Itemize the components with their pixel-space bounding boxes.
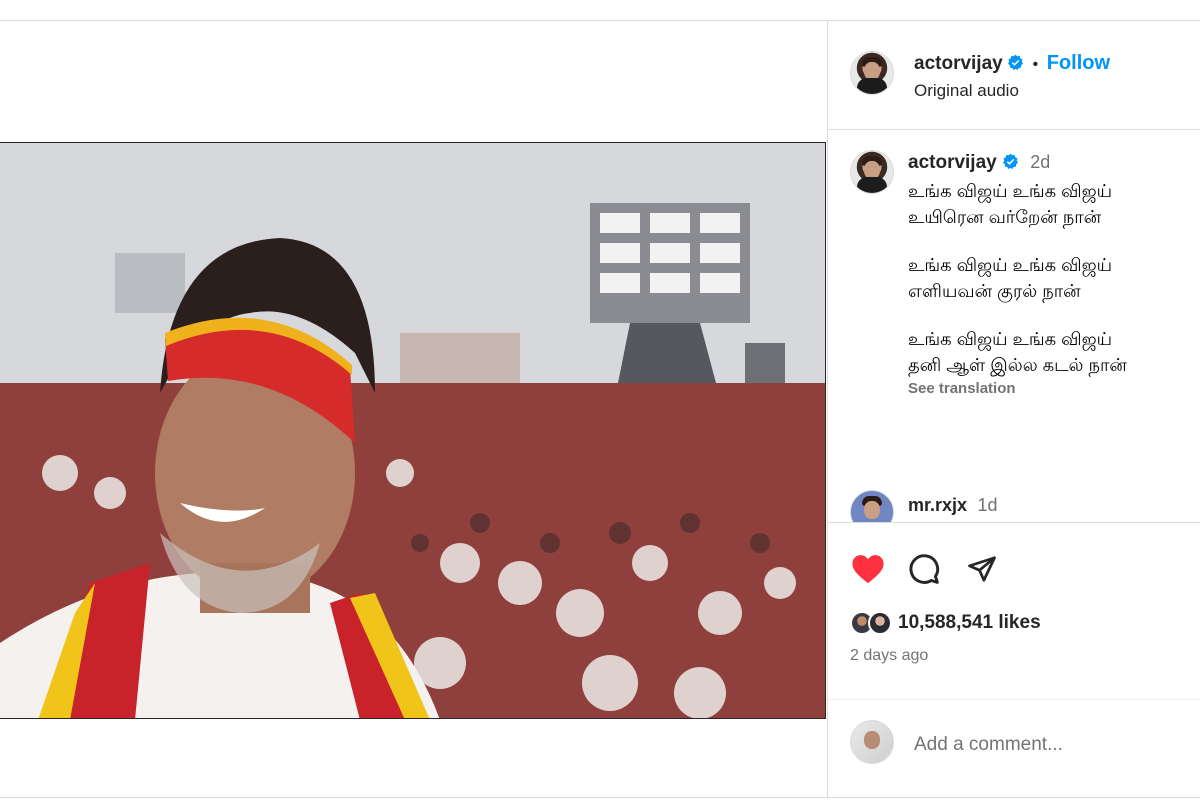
media-area	[0, 21, 827, 797]
follow-button[interactable]: Follow	[1047, 52, 1110, 74]
separator-dot: •	[1032, 56, 1039, 73]
verified-badge-icon	[1008, 54, 1024, 71]
author-line: actorvijay • Follow	[914, 52, 1110, 75]
video-frame-illustration	[0, 143, 825, 718]
actions-area: 10,588,541 likes 2 days ago Add a commen…	[828, 522, 1200, 798]
verified-badge-icon	[1003, 153, 1019, 170]
caption-line: உங்க விஜய் உங்க விஜய்	[908, 329, 1113, 349]
liker-avatar[interactable]	[868, 611, 892, 635]
comment-time[interactable]: 1d	[978, 495, 998, 515]
comments-panel: actorvijay 2d உங்க விஜய் உங்க விஜய் உயிர…	[828, 130, 1200, 522]
caption-line: உயிரென வர்றேன் நான்	[908, 207, 1102, 227]
commenter-avatar[interactable]	[850, 490, 894, 522]
likes-count[interactable]: 10,588,541 likes	[898, 612, 1041, 634]
share-button[interactable]	[964, 551, 1000, 587]
caption-line: தனி ஆள் இல்ல கடல் நான்	[908, 355, 1127, 375]
bottom-border	[0, 797, 1200, 801]
caption-line: உங்க விஜய் உங்க விஜய்	[908, 255, 1113, 275]
author-avatar[interactable]	[850, 51, 894, 95]
caption-author-username[interactable]: actorvijay	[908, 152, 997, 173]
comment-preview-line: mr.rxjx 1d	[908, 495, 998, 516]
caption-time[interactable]: 2d	[1030, 152, 1050, 172]
add-comment-row: Add a comment...	[828, 699, 1200, 799]
caption-author-avatar[interactable]	[850, 150, 894, 194]
add-comment-input[interactable]: Add a comment...	[914, 734, 1063, 756]
post-header: actorvijay • Follow Original audio	[828, 21, 1200, 130]
like-button[interactable]	[850, 551, 886, 587]
caption-author-line: actorvijay 2d	[908, 152, 1050, 174]
top-bar	[0, 0, 1200, 21]
comment-button[interactable]	[906, 551, 942, 587]
reel-video[interactable]	[0, 142, 826, 719]
caption-line: எளியவன் குரல் நான்	[908, 281, 1081, 301]
audio-label[interactable]: Original audio	[914, 81, 1019, 101]
share-paper-plane-icon	[968, 556, 996, 582]
caption-line: உங்க விஜய் உங்க விஜய்	[908, 181, 1113, 201]
commenter-username[interactable]: mr.rxjx	[908, 495, 967, 515]
comment-bubble-icon	[909, 554, 940, 584]
current-user-avatar	[850, 720, 894, 764]
author-username[interactable]: actorvijay	[914, 53, 1003, 74]
post-sidebar: actorvijay • Follow Original audio actor…	[827, 21, 1200, 797]
likes-row: 10,588,541 likes	[850, 607, 1041, 639]
caption-text: உங்க விஜய் உங்க விஜய் உயிரென வர்றேன் நான…	[908, 178, 1198, 397]
heart-filled-icon	[852, 555, 884, 584]
post-date[interactable]: 2 days ago	[850, 647, 928, 665]
see-translation-link[interactable]: See translation	[908, 380, 1198, 397]
